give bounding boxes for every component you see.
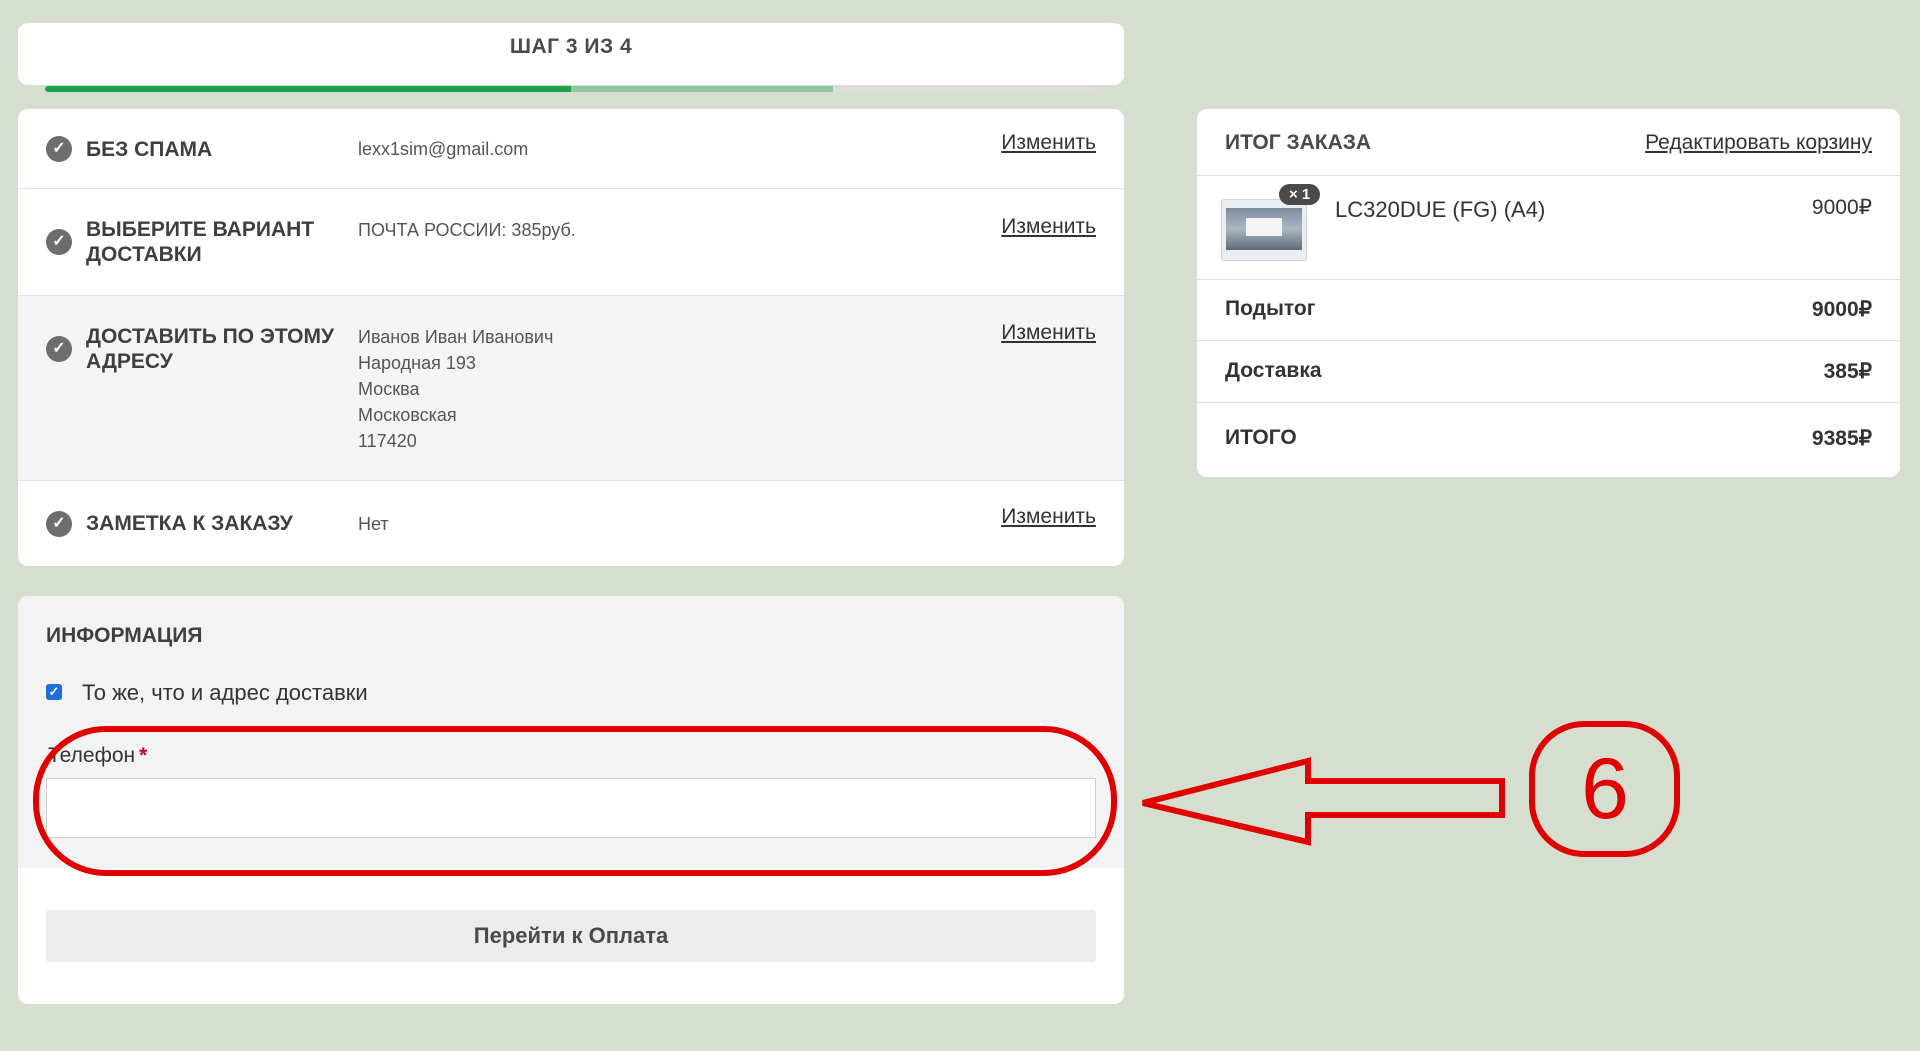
step-value: Нет [358,514,389,534]
phone-input[interactable] [46,778,1096,838]
divider [1197,402,1900,403]
address-block: Иванов Иван Иванович Народная 193 Москва… [358,324,553,454]
address-line: Иванов Иван Иванович [358,327,554,347]
information-title: ИНФОРМАЦИЯ [46,624,203,647]
check-circle-icon: ✓ [46,136,72,162]
progress-completed-segment [45,86,571,92]
progress-title: ШАГ 3 ИЗ 4 [509,35,633,58]
total-value: 9385₽ [1811,427,1872,450]
subtotal-value: 9000₽ [1811,298,1872,321]
step-row-order-note: ✓ ЗАМЕТКА К ЗАКАЗУ Нет Изменить [18,481,1124,566]
edit-address-link[interactable]: Изменить [1001,321,1096,345]
phone-label-text: Телефон [48,744,136,767]
product-price: 9000₽ [1811,196,1872,219]
edit-delivery-link[interactable]: Изменить [1001,215,1096,239]
product-image [1221,199,1307,261]
step-title: ДОСТАВИТЬ ПО ЭТОМУ АДРЕСУ [86,325,335,373]
step-row-delivery-method: ✓ ВЫБЕРИТЕ ВАРИАНТ ДОСТАВКИ ПОЧТА РОССИИ… [18,189,1124,296]
address-line: 117420 [358,431,417,451]
divider [1197,340,1900,341]
step-row-delivery-address: ✓ ДОСТАВИТЬ ПО ЭТОМУ АДРЕСУ Иванов Иван … [18,296,1124,481]
progress-card: ШАГ 3 ИЗ 4 [18,23,1124,92]
product-name: LC320DUE (FG) (A4) [1335,197,1546,222]
address-line: Москва [358,379,420,399]
divider [1197,175,1900,176]
same-as-shipping-checkbox[interactable]: ✓ [46,684,62,700]
step-value: ПОЧТА РОССИИ: 385руб. [358,220,576,240]
information-card: ИНФОРМАЦИЯ ✓ То же, что и адрес доставки… [18,596,1124,1004]
step-title: ЗАМЕТКА К ЗАКАЗУ [86,512,293,535]
edit-email-link[interactable]: Изменить [1001,131,1096,155]
required-mark: * [139,744,148,767]
check-circle-icon: ✓ [46,229,72,255]
edit-cart-link[interactable]: Редактировать корзину [1645,131,1872,155]
same-as-shipping-label[interactable]: То же, что и адрес доставки [82,680,368,706]
shipping-label: Доставка [1225,359,1322,382]
progress-bar [45,86,1096,92]
shipping-value: 385₽ [1823,360,1872,383]
continue-to-payment-button[interactable]: Перейти к Оплата [46,910,1096,962]
address-line: Народная 193 [358,353,476,373]
total-label: ИТОГО [1225,426,1297,449]
phone-label: Телефон * [48,744,147,768]
quantity-badge: × 1 [1279,184,1321,205]
order-summary-title: ИТОГ ЗАКАЗА [1225,131,1372,154]
subtotal-label: Подытог [1225,297,1316,320]
step-title: БЕЗ СПАМА [86,138,213,161]
step-value: lexx1sim@gmail.com [358,139,529,159]
progress-current-segment [570,86,834,92]
completed-steps-card: ✓ БЕЗ СПАМА lexx1sim@gmail.com Изменить … [18,109,1124,566]
divider [1197,279,1900,280]
address-line: Московская [358,405,457,425]
edit-note-link[interactable]: Изменить [1001,505,1096,529]
step-title: ВЫБЕРИТЕ ВАРИАНТ ДОСТАВКИ [86,218,315,266]
annotation-number: 6 [1581,741,1629,837]
check-circle-icon: ✓ [46,336,72,362]
check-circle-icon: ✓ [46,511,72,537]
step-row-no-spam: ✓ БЕЗ СПАМА lexx1sim@gmail.com Изменить [18,109,1124,189]
order-summary-card: ИТОГ ЗАКАЗА Редактировать корзину × 1 LC… [1197,109,1900,477]
